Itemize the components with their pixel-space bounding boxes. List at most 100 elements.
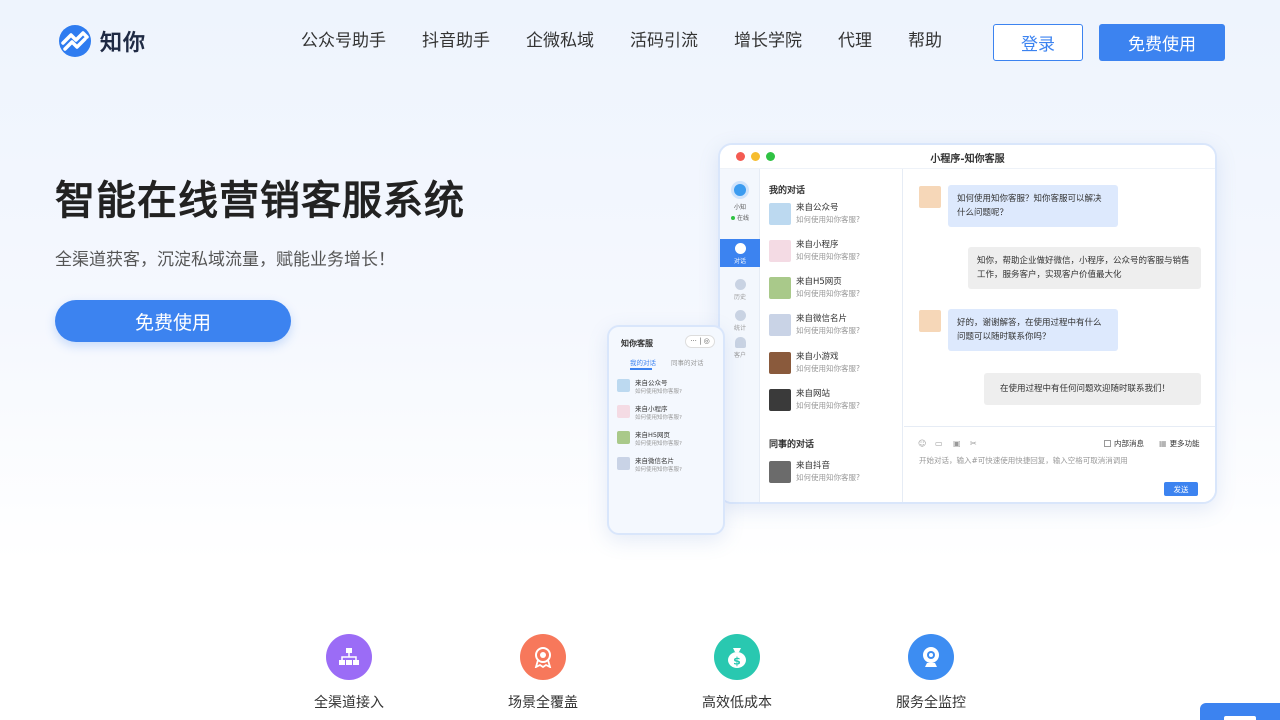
list-item[interactable]: 来自小游戏 如何使用知你客服? bbox=[769, 352, 860, 374]
sidebar-item-history[interactable]: 历史 bbox=[720, 279, 760, 301]
list-item[interactable]: 来自H5网页如何使用知你客服? bbox=[617, 431, 682, 449]
conversation-title: 来自H5网页 bbox=[635, 431, 671, 439]
badge-icon bbox=[520, 634, 566, 680]
menu-item-douyin[interactable]: 抖音助手 bbox=[422, 30, 490, 52]
conversation-title: 来自抖音 bbox=[796, 461, 831, 471]
my-conversations-heading: 我的对话 bbox=[769, 186, 806, 196]
sidebar-history-label: 历史 bbox=[733, 294, 746, 301]
feature-monitoring[interactable]: 服务全监控 bbox=[871, 634, 991, 712]
chat-bubble-icon bbox=[1224, 716, 1256, 720]
avatar bbox=[769, 277, 791, 299]
menu-item-help[interactable]: 帮助 bbox=[908, 30, 942, 52]
list-item[interactable]: 来自网站 如何使用知你客服? bbox=[769, 389, 860, 411]
feature-low-cost[interactable]: $ 高效低成本 bbox=[677, 634, 797, 712]
clock-icon bbox=[734, 279, 746, 290]
conversation-preview: 如何使用知你客服? bbox=[796, 326, 860, 335]
feature-label: 全渠道接入 bbox=[314, 695, 384, 711]
avatar bbox=[617, 379, 630, 392]
conversation-title: 来自小程序 bbox=[796, 240, 839, 250]
sidebar-item-stats[interactable]: 统计 bbox=[720, 310, 760, 332]
pie-chart-icon bbox=[734, 310, 746, 321]
feature-omnichannel[interactable]: 全渠道接入 bbox=[289, 634, 409, 712]
send-button[interactable]: 发送 bbox=[1164, 482, 1198, 496]
feature-scenarios[interactable]: 场景全覆盖 bbox=[483, 634, 603, 712]
hierarchy-icon bbox=[326, 634, 372, 680]
chat-input[interactable]: 开始对话，输入#可快速使用快捷回复，输入空格可取消消调用 bbox=[919, 455, 1128, 466]
message-bubble-right: 知你，帮助企业做好微信，小程序，公众号的客服与销售工作，服务客户，实现客户价值最… bbox=[968, 247, 1201, 289]
emoji-icon[interactable]: ☺ bbox=[918, 439, 926, 448]
active-tab-indicator bbox=[630, 368, 652, 370]
list-item[interactable]: 来自公众号 如何使用知你客服? bbox=[769, 203, 860, 225]
folder-icon[interactable]: ▭ bbox=[935, 439, 943, 448]
app-sidebar: 小知 在线 对话 历史 统计 客户 bbox=[720, 169, 760, 502]
tab-my-conversations[interactable]: 我的对话 bbox=[630, 357, 656, 367]
menu-item-live-code[interactable]: 活码引流 bbox=[630, 30, 698, 52]
hero-free-button[interactable]: 免费使用 bbox=[55, 300, 291, 342]
conversation-preview: 如何使用知你客服? bbox=[796, 364, 860, 373]
conversation-preview: 如何使用知你客服? bbox=[796, 252, 860, 261]
conversation-preview: 如何使用知你客服? bbox=[796, 401, 860, 410]
feature-label: 服务全监控 bbox=[896, 695, 966, 711]
desktop-app-mockup: 小程序-知你客服 小知 在线 对话 历史 统计 客户 我的对话 来自公众号 如何… bbox=[718, 143, 1217, 504]
message-bubble-left: 好的，谢谢解答，在使用过程中有什么问题可以随时联系你吗？ bbox=[948, 309, 1118, 351]
hero-title: 智能在线营销客服系统 bbox=[55, 178, 465, 224]
sidebar-item-chat[interactable]: 对话 bbox=[720, 239, 760, 267]
conversation-preview: 如何使用知你客服? bbox=[635, 389, 682, 395]
conversation-preview: 如何使用知你客服? bbox=[635, 467, 682, 473]
more-functions-button[interactable]: ▦ 更多功能 bbox=[1159, 438, 1200, 449]
free-trial-button[interactable]: 免费使用 bbox=[1099, 24, 1225, 61]
internal-message-label: 内部消息 bbox=[1114, 439, 1144, 448]
feature-label: 场景全覆盖 bbox=[508, 695, 578, 711]
conversation-title: 来自公众号 bbox=[635, 379, 668, 387]
tab-colleague-conversations[interactable]: 同事的对话 bbox=[671, 357, 704, 367]
floating-support-button[interactable] bbox=[1200, 703, 1280, 720]
window-titlebar: 小程序-知你客服 bbox=[720, 145, 1215, 169]
sidebar-chat-label: 对话 bbox=[733, 258, 746, 265]
customer-avatar bbox=[919, 310, 941, 332]
scissors-icon[interactable]: ✂ bbox=[970, 439, 977, 448]
agent-status: 在线 bbox=[736, 215, 749, 222]
list-item[interactable]: 来自小程序 如何使用知你客服? bbox=[617, 405, 682, 423]
message-bubble-right: 在使用过程中有任何问题欢迎随时联系我们！ bbox=[984, 373, 1201, 405]
agent-avatar bbox=[731, 181, 749, 199]
money-bag-icon: $ bbox=[714, 634, 760, 680]
checkbox-icon bbox=[1104, 440, 1111, 447]
agent-name: 小知 bbox=[733, 204, 746, 211]
webcam-icon bbox=[908, 634, 954, 680]
list-item[interactable]: 来自公众号如何使用知你客服? bbox=[617, 379, 682, 397]
more-functions-label: 更多功能 bbox=[1169, 439, 1200, 448]
internal-message-checkbox[interactable]: 内部消息 bbox=[1104, 438, 1144, 449]
menu-item-wecom[interactable]: 企微私域 bbox=[526, 30, 594, 52]
user-icon bbox=[734, 337, 746, 348]
logo[interactable]: 知你 bbox=[56, 24, 146, 58]
list-item[interactable]: 来自微信名片 如何使用知你客服? bbox=[769, 314, 860, 336]
main-menu: 公众号助手 抖音助手 企微私域 活码引流 增长学院 代理 帮助 bbox=[301, 30, 978, 52]
chat-panel: 如何使用知你客服？知你客服可以解决什么问题呢？ 知你，帮助企业做好微信，小程序，… bbox=[904, 169, 1215, 502]
sidebar-stats-label: 统计 bbox=[733, 325, 746, 332]
image-icon[interactable]: ▣ bbox=[953, 439, 961, 448]
menu-item-official-account[interactable]: 公众号助手 bbox=[301, 30, 386, 52]
mobile-title: 知你客服 bbox=[621, 339, 653, 348]
list-item[interactable]: 来自微信名片 如何使用知你客服? bbox=[617, 457, 682, 475]
list-item[interactable]: 来自小程序如何使用知你客服? bbox=[769, 240, 860, 262]
conversation-preview: 如何使用知你客服? bbox=[635, 441, 682, 447]
avatar bbox=[617, 431, 630, 444]
customer-avatar bbox=[919, 186, 941, 208]
menu-item-agent[interactable]: 代理 bbox=[838, 30, 872, 52]
conversation-preview: 如何使用知你客服? bbox=[635, 415, 682, 421]
list-item[interactable]: 来自抖音如何使用知你客服? bbox=[769, 461, 860, 483]
sidebar-customers-label: 客户 bbox=[733, 352, 746, 359]
feature-label: 高效低成本 bbox=[702, 695, 772, 711]
menu-item-academy[interactable]: 增长学院 bbox=[734, 30, 802, 52]
window-title: 小程序-知你客服 bbox=[930, 154, 1005, 165]
list-item[interactable]: 来自H5网页 如何使用知你客服? bbox=[769, 277, 860, 299]
chat-icon bbox=[734, 243, 746, 254]
conversation-list: 我的对话 来自公众号 如何使用知你客服? 来自小程序如何使用知你客服? 来自H5网… bbox=[761, 169, 903, 502]
agent-profile: 小知 在线 bbox=[720, 181, 760, 222]
grid-icon: ▦ bbox=[1159, 439, 1167, 448]
login-button[interactable]: 登录 bbox=[993, 24, 1083, 61]
sidebar-item-customers[interactable]: 客户 bbox=[720, 337, 760, 359]
avatar bbox=[617, 457, 630, 470]
mini-program-capsule[interactable]: ··· | ◎ bbox=[685, 335, 715, 348]
conversation-preview: 如何使用知你客服? bbox=[796, 473, 860, 482]
